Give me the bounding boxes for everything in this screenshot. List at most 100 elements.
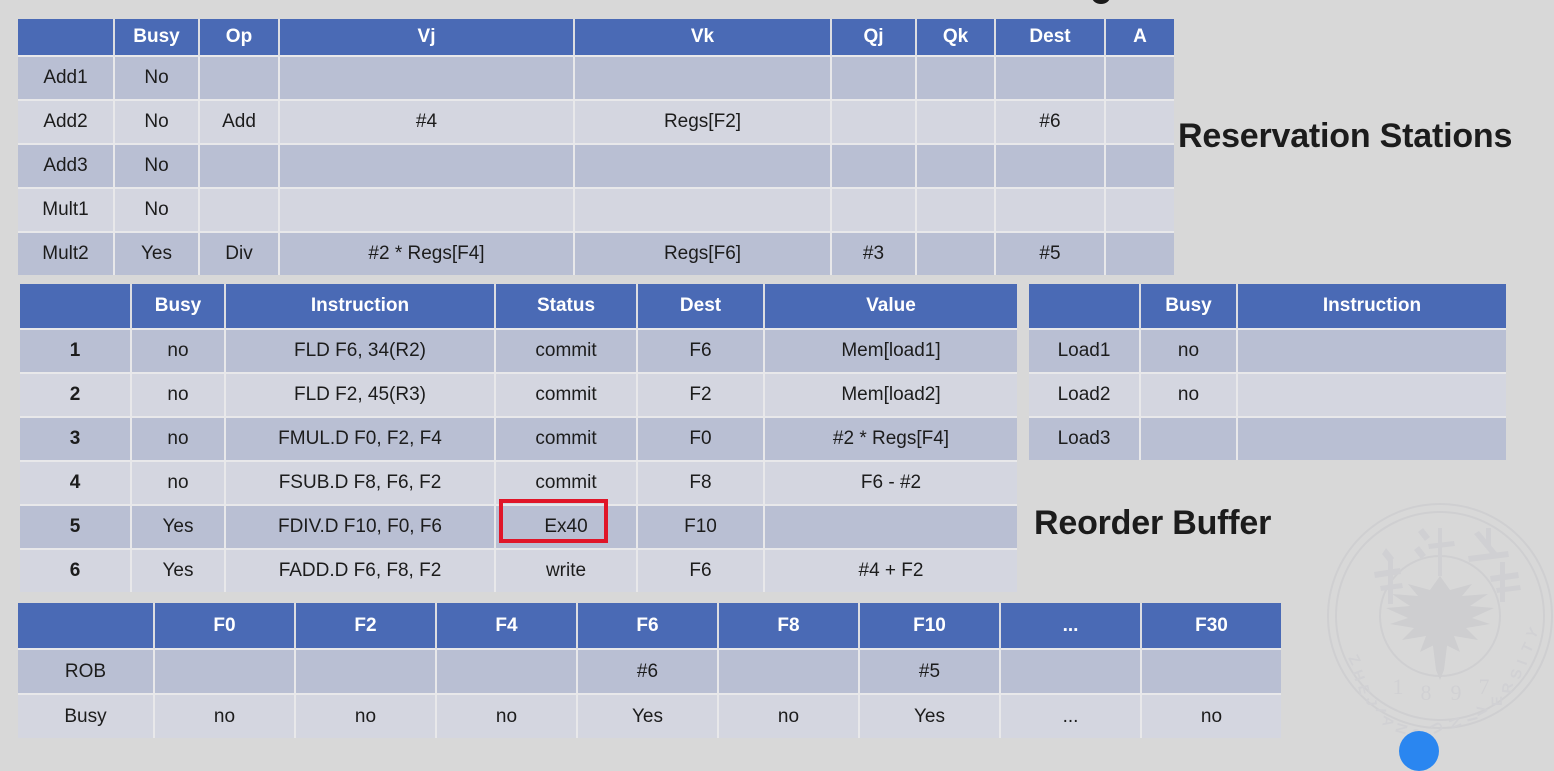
rob-cell-busy: no [132, 418, 226, 462]
rob-cell-instruction: FDIV.D F10, F0, F6 [226, 506, 496, 550]
reg-col-blank [18, 603, 155, 650]
rs-col-a: A [1106, 19, 1174, 57]
reg-cell-rob-f2 [296, 650, 437, 695]
cursor-dot-icon [1399, 731, 1439, 771]
svg-text:E: E [1489, 696, 1506, 706]
reg-col-f30: F30 [1142, 603, 1281, 650]
rs-col-busy: Busy [115, 19, 200, 57]
rs-cell-a [1106, 233, 1174, 275]
reg-col-f10: F10 [860, 603, 1001, 650]
reservation-stations-label: Reservation Stations [1178, 117, 1513, 155]
table-row: Add2 No Add #4 Regs[F2] #6 [18, 101, 1174, 145]
rs-cell-qk [917, 233, 996, 275]
svg-text:Y: Y [1523, 625, 1543, 643]
table-row: Mult1 No [18, 189, 1174, 233]
rob-col-blank [20, 284, 132, 330]
rs-cell-vj: #4 [280, 101, 575, 145]
svg-text:I: I [1514, 658, 1531, 668]
reg-cell-busy-f10: Yes [860, 695, 1001, 738]
rob-cell-value: F6 - #2 [765, 462, 1017, 506]
table-row: 2 no FLD F2, 45(R3) commit F2 Mem[load2] [20, 374, 1017, 418]
rob-cell-dest: F6 [638, 550, 765, 592]
rs-cell-a [1106, 101, 1174, 145]
rs-row-name: Mult2 [18, 233, 115, 275]
register-status-table: F0 F2 F4 F6 F8 F10 ... F30 ROB #6 #5 Bus… [18, 603, 1281, 738]
reg-cell-rob-f30 [1142, 650, 1281, 695]
rs-col-vk: Vk [575, 19, 832, 57]
rs-col-qj: Qj [832, 19, 917, 57]
load-row-name: Load3 [1029, 418, 1141, 460]
rob-entry-number: 3 [20, 418, 132, 462]
rs-cell-dest: #5 [996, 233, 1106, 275]
rob-cell-instruction: FLD F6, 34(R2) [226, 330, 496, 374]
rs-cell-a [1106, 57, 1174, 101]
rs-cell-vj [280, 189, 575, 233]
load-col-instruction: Instruction [1238, 284, 1506, 330]
rs-row-name: Add2 [18, 101, 115, 145]
rob-cell-value: #2 * Regs[F4] [765, 418, 1017, 462]
rob-cell-status: commit [496, 418, 638, 462]
svg-text:1: 1 [1393, 674, 1404, 699]
rs-cell-op [200, 145, 280, 189]
rob-cell-status: commit [496, 462, 638, 506]
table-header-row: F0 F2 F4 F6 F8 F10 ... F30 [18, 603, 1281, 650]
reg-row-label-rob: ROB [18, 650, 155, 695]
rs-cell-busy: No [115, 189, 200, 233]
rob-col-busy: Busy [132, 284, 226, 330]
reg-col-f8: F8 [719, 603, 860, 650]
rs-cell-busy: No [115, 57, 200, 101]
reg-cell-busy-f0: no [155, 695, 296, 738]
reg-col-f2: F2 [296, 603, 437, 650]
rs-cell-a [1106, 145, 1174, 189]
reg-cell-rob-f0 [155, 650, 296, 695]
svg-text:T: T [1518, 640, 1537, 656]
load-cell-instruction [1238, 418, 1506, 460]
rs-cell-dest [996, 145, 1106, 189]
table-row: Mult2 Yes Div #2 * Regs[F4] Regs[F6] #3 … [18, 233, 1174, 275]
reg-cell-rob-f10: #5 [860, 650, 1001, 695]
reg-row-label-busy: Busy [18, 695, 155, 738]
rob-cell-instruction: FSUB.D F8, F6, F2 [226, 462, 496, 506]
load-row-name: Load2 [1029, 374, 1141, 418]
svg-text:9: 9 [1451, 680, 1462, 705]
svg-text:Z: Z [1344, 652, 1363, 668]
load-cell-instruction [1238, 374, 1506, 418]
rs-row-name: Mult1 [18, 189, 115, 233]
rob-cell-dest: F2 [638, 374, 765, 418]
rs-cell-qk [917, 101, 996, 145]
table-row: 4 no FSUB.D F8, F6, F2 commit F8 F6 - #2 [20, 462, 1017, 506]
svg-text:N: N [1446, 714, 1466, 730]
rob-entry-number: 2 [20, 374, 132, 418]
reg-cell-busy-f4: no [437, 695, 578, 738]
svg-text:8: 8 [1421, 680, 1432, 705]
rs-cell-vk: Regs[F6] [575, 233, 832, 275]
rob-entry-number: 5 [20, 506, 132, 550]
reg-col-ellipsis: ... [1001, 603, 1142, 650]
rob-entry-number: 4 [20, 462, 132, 506]
table-row: Load1 no [1029, 330, 1506, 374]
load-cell-instruction [1238, 330, 1506, 374]
rs-cell-qj [832, 145, 917, 189]
svg-text:V: V [1474, 705, 1492, 717]
reg-cell-rob-ellipsis [1001, 650, 1142, 695]
table-row: ROB #6 #5 [18, 650, 1281, 695]
table-row: Add3 No [18, 145, 1174, 189]
svg-text:H: H [1348, 668, 1368, 684]
rob-entry-number: 6 [20, 550, 132, 592]
rob-cell-dest: F6 [638, 330, 765, 374]
rs-cell-qk [917, 189, 996, 233]
reg-cell-busy-f6: Yes [578, 695, 719, 738]
rs-cell-a [1106, 189, 1174, 233]
rs-cell-busy: Yes [115, 233, 200, 275]
rs-cell-vk [575, 57, 832, 101]
load-cell-busy: no [1141, 330, 1238, 374]
rob-cell-status-highlighted: Ex40 [496, 506, 638, 550]
reg-cell-busy-f8: no [719, 695, 860, 738]
rs-cell-qj: #3 [832, 233, 917, 275]
rob-cell-value: #4 + F2 [765, 550, 1017, 592]
rob-col-value: Value [765, 284, 1017, 330]
rs-cell-busy: No [115, 101, 200, 145]
rob-cell-busy: no [132, 374, 226, 418]
rob-cell-status: commit [496, 330, 638, 374]
rs-cell-op [200, 57, 280, 101]
